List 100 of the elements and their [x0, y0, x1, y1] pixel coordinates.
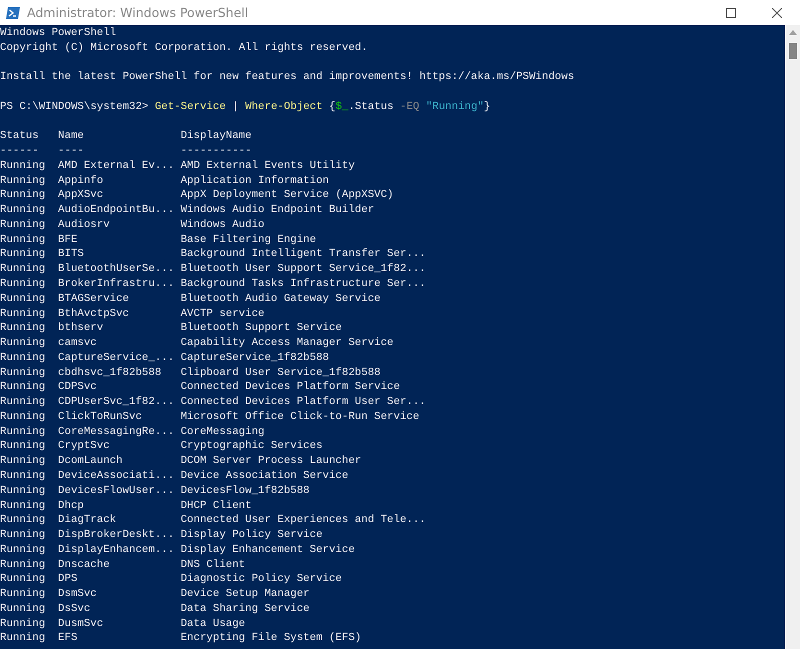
- console-text: Windows PowerShell: [0, 26, 116, 41]
- table-cell: Display Enhancement Service: [180, 544, 355, 556]
- table-cell: DevicesFlow_1f82b588: [180, 484, 310, 497]
- table-cell: Bluetooth Support Service: [180, 322, 342, 334]
- column-header: DisplayName: [180, 130, 252, 142]
- table-cell: DeviceAssociati...: [58, 470, 174, 482]
- table-cell: Running: [0, 381, 46, 394]
- table-cell: Windows Audio Endpoint Builder: [180, 204, 374, 216]
- table-cell: AMD External Ev...: [58, 160, 174, 172]
- table-cell: Running: [0, 470, 46, 482]
- table-cell: Microsoft Office Click-to-Run Service: [180, 410, 420, 423]
- scrollbar[interactable]: [785, 25, 800, 649]
- table-cell: Cryptographic Services: [180, 440, 323, 452]
- close-icon: [772, 8, 782, 18]
- table-cell: Running: [0, 292, 46, 305]
- command-line: PS C:\WINDOWS\system32> Get-Service | Where-Object {$_.Status -EQ "Running"}: [0, 100, 490, 115]
- console-text: Copyright (C) Microsoft Corporation. All rights reserved.: [0, 40, 368, 56]
- table-cell: Diagnostic Policy Service: [180, 573, 342, 586]
- table-cell: EFS: [58, 632, 78, 644]
- table-cell: Running: [0, 632, 46, 644]
- table-cell: Device Association Service: [180, 470, 348, 482]
- table-cell: Running: [0, 248, 46, 260]
- table-cell: Running: [0, 308, 46, 320]
- table-cell: DispBrokerDeskt...: [58, 529, 174, 542]
- column-underline: ----: [58, 145, 84, 158]
- table-cell: DNS Client: [180, 558, 246, 571]
- table-cell: Running: [0, 500, 46, 512]
- table-cell: Running: [0, 426, 46, 438]
- table-cell: DisplayEnhancem...: [58, 544, 174, 556]
- table-cell: Running: [0, 174, 46, 187]
- table-cell: Running: [0, 455, 46, 468]
- table-cell: DPS: [58, 573, 78, 586]
- table-cell: Bluetooth User Support Service_1f82...: [180, 263, 426, 276]
- table-cell: Data Usage: [180, 618, 246, 630]
- table-cell: Clipboard User Service_1f82b588: [180, 366, 381, 379]
- table-cell: CDPSvc: [58, 381, 97, 394]
- table-cell: Running: [0, 366, 46, 379]
- table-cell: Application Information: [180, 174, 329, 187]
- table-cell: Running: [0, 544, 46, 556]
- table-cell: BluetoothUserSe...: [58, 263, 174, 276]
- table-cell: Dnscache: [58, 558, 110, 571]
- table-cell: Running: [0, 263, 46, 276]
- table-cell: AppX Deployment Service (AppXSVC): [180, 189, 394, 202]
- column-underline: ------: [0, 145, 39, 158]
- table-cell: DcomLaunch: [58, 455, 123, 468]
- window-title: Administrator: Windows PowerShell: [27, 5, 248, 20]
- table-cell: Display Policy Service: [180, 529, 323, 542]
- table-cell: AppXSvc: [58, 189, 104, 202]
- table-cell: BthAvctpSvc: [58, 308, 130, 320]
- table-cell: Running: [0, 218, 46, 231]
- scroll-up-icon[interactable]: [788, 30, 796, 35]
- table-cell: DiagTrack: [58, 514, 116, 526]
- table-cell: CaptureService_1f82b588: [180, 352, 329, 364]
- table-cell: Connected Devices Platform Service: [180, 381, 400, 394]
- table-cell: Capability Access Manager Service: [180, 337, 394, 350]
- table-cell: CaptureService_...: [58, 352, 174, 364]
- table-cell: CoreMessagingRe...: [58, 426, 174, 438]
- column-underline: -----------: [180, 145, 252, 158]
- scrollbar-thumb[interactable]: [788, 43, 796, 59]
- table-cell: Connected Devices Platform User Ser...: [180, 396, 426, 408]
- table-cell: Base Filtering Engine: [180, 234, 316, 246]
- table-cell: Running: [0, 396, 46, 408]
- table-cell: Running: [0, 618, 46, 630]
- table-cell: CoreMessaging: [180, 426, 264, 438]
- table-cell: Windows Audio: [180, 218, 264, 231]
- table-cell: camsvc: [58, 337, 97, 350]
- table-cell: Audiosrv: [58, 218, 110, 231]
- table-cell: Running: [0, 602, 46, 615]
- table-cell: BrokerInfrastru...: [58, 278, 174, 290]
- table-cell: Running: [0, 189, 46, 202]
- console-text: Install the latest PowerShell for new features and improvements! https://aka.ms/PSWindows: [0, 70, 574, 86]
- table-cell: Running: [0, 352, 46, 364]
- table-cell: Bluetooth Audio Gateway Service: [180, 292, 381, 305]
- table-cell: Data Sharing Service: [180, 602, 310, 615]
- table-cell: Running: [0, 160, 46, 172]
- table-cell: Running: [0, 514, 46, 526]
- table-cell: DsSvc: [58, 602, 90, 615]
- table-cell: AudioEndpointBu...: [58, 204, 174, 216]
- table-cell: Running: [0, 204, 46, 216]
- table-cell: DsmSvc: [58, 588, 97, 600]
- table-cell: AVCTP service: [180, 308, 264, 320]
- maximize-icon: [726, 8, 736, 18]
- table-cell: Running: [0, 440, 46, 452]
- table-cell: Running: [0, 484, 46, 497]
- table-cell: Connected User Experiences and Tele...: [180, 514, 426, 526]
- table-cell: DHCP Client: [180, 500, 252, 512]
- table-cell: cbdhsvc_1f82b588: [58, 366, 162, 379]
- table-cell: Background Tasks Infrastructure Ser...: [180, 278, 426, 290]
- table-cell: DCOM Server Process Launcher: [180, 455, 362, 468]
- table-cell: Background Intelligent Transfer Ser...: [180, 248, 426, 260]
- table-cell: DusmSvc: [58, 618, 104, 630]
- table-cell: Running: [0, 278, 46, 290]
- table-cell: Running: [0, 588, 46, 600]
- table-cell: Encrypting File System (EFS): [180, 632, 362, 644]
- table-cell: BTAGService: [58, 292, 130, 305]
- powershell-icon: [5, 4, 21, 20]
- table-cell: Running: [0, 529, 46, 542]
- table-cell: CDPUserSvc_1f82...: [58, 396, 174, 408]
- table-cell: ClickToRunSvc: [58, 410, 142, 423]
- table-cell: Running: [0, 234, 46, 246]
